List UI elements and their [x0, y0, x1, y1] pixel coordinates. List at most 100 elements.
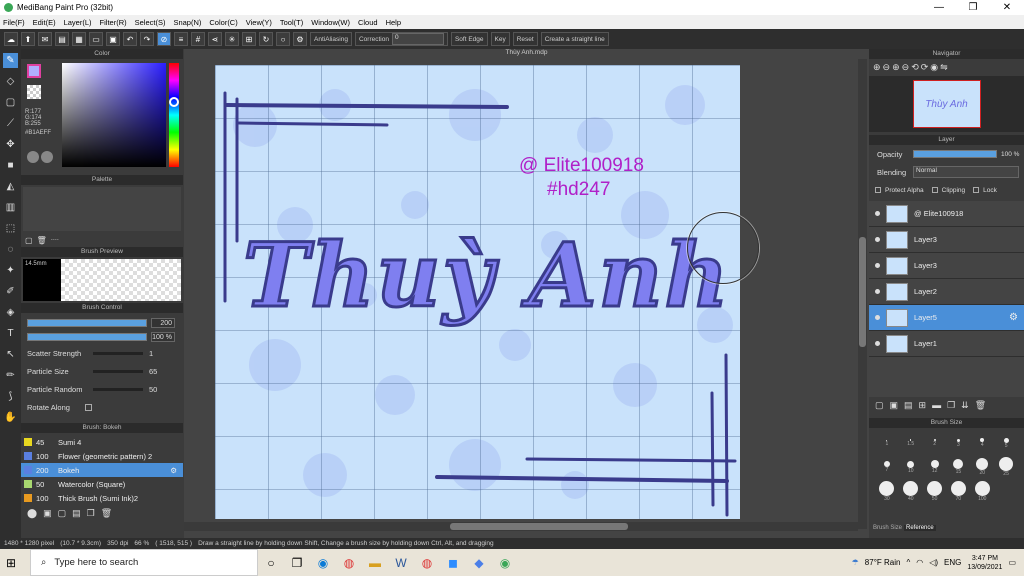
maximize-button[interactable]: ❐	[956, 2, 990, 13]
menu-select[interactable]: Select(S)	[135, 18, 166, 27]
language-indicator[interactable]: ENG	[944, 558, 961, 567]
task-view-icon[interactable]: ❐	[284, 549, 310, 576]
vertical-scrollbar[interactable]	[858, 59, 867, 529]
clipping-checkbox[interactable]	[931, 187, 938, 193]
lock-checkbox[interactable]	[973, 187, 980, 193]
color-wheel-icon[interactable]	[27, 151, 39, 163]
delete-layer-icon[interactable]: 🗑	[975, 400, 986, 411]
brush-duplicate-icon[interactable]: ❐	[87, 508, 95, 519]
eraser-tool-icon[interactable]: ◇	[3, 74, 18, 89]
menu-edit[interactable]: Edit(E)	[33, 18, 56, 27]
particle-random-slider[interactable]	[93, 387, 143, 391]
brush-size-value[interactable]: 200	[151, 318, 175, 328]
brush-size-option[interactable]: 1.5	[899, 432, 923, 454]
hue-slider-handle[interactable]	[169, 97, 179, 107]
visibility-icon[interactable]	[875, 315, 880, 320]
color-settings-icon[interactable]	[41, 151, 53, 163]
windows-start-icon[interactable]: ⊞	[0, 549, 22, 576]
rotate-reset-icon[interactable]: ◉	[930, 62, 938, 73]
snap-radial-icon[interactable]: ✳	[225, 32, 239, 46]
weather-text[interactable]: 87°F Rain	[865, 558, 901, 567]
panel-icon[interactable]: ▦	[72, 32, 86, 46]
brush-size-option[interactable]: 40	[899, 480, 923, 502]
menu-window[interactable]: Window(W)	[311, 18, 350, 27]
messenger-icon[interactable]: ◆	[466, 549, 492, 576]
new-halftone-layer-icon[interactable]: ▣	[890, 400, 899, 411]
taskbar-search-box[interactable]: ⌕ Type here to search	[30, 549, 258, 576]
eyedropper-tool-icon[interactable]: ⟆	[3, 389, 18, 404]
layer-row[interactable]: Layer2	[869, 279, 1024, 305]
straight-line-button[interactable]: Create a straight line	[540, 32, 609, 46]
layer-row[interactable]: Layer3	[869, 227, 1024, 253]
lasso-tool-icon[interactable]: ◌	[3, 242, 18, 257]
vertical-scrollbar-thumb[interactable]	[859, 237, 866, 347]
palette-add-icon[interactable]: ▢	[25, 236, 33, 245]
visibility-icon[interactable]	[875, 289, 880, 294]
horizontal-scrollbar-thumb[interactable]	[450, 523, 628, 530]
fill-rect-tool-icon[interactable]: ■	[3, 158, 18, 173]
layer-settings-icon[interactable]: ⚙	[1009, 312, 1018, 323]
visibility-icon[interactable]	[875, 341, 880, 346]
settings-icon[interactable]: ⚙	[293, 32, 307, 46]
comment-icon[interactable]: ✉	[38, 32, 52, 46]
zoom-out-icon[interactable]: ⊖	[883, 62, 891, 73]
brush-item[interactable]: 100 Thick Brush (Sumi Ink)2	[21, 491, 183, 505]
chrome-icon[interactable]: ◍	[336, 549, 362, 576]
edge-icon[interactable]: ◉	[310, 549, 336, 576]
tab-brush-size[interactable]: Brush Size	[873, 525, 902, 531]
brush-size-option[interactable]: 12	[923, 456, 947, 478]
brush-size-option[interactable]: 30	[875, 480, 899, 502]
zoom-app-icon[interactable]: ◼	[440, 549, 466, 576]
foreground-color-swatch[interactable]	[27, 64, 41, 78]
brush-size-option[interactable]: 2	[923, 432, 947, 454]
select-eraser-tool-icon[interactable]: ◈	[3, 305, 18, 320]
brush-size-option[interactable]: 1	[875, 432, 899, 454]
reset-button[interactable]: Reset	[512, 32, 538, 46]
particle-size-slider[interactable]	[93, 369, 143, 373]
text-tool-icon[interactable]: T	[3, 326, 18, 341]
brush-item[interactable]: 100 Flower (geometric pattern) 2	[21, 449, 183, 463]
folder-icon[interactable]: ▭	[89, 32, 103, 46]
transparent-color-swatch[interactable]	[27, 85, 41, 99]
antialias-toggle[interactable]: AntiAliasing	[310, 32, 352, 46]
snap-circle-icon[interactable]: ○	[276, 32, 290, 46]
snap-vanish-icon[interactable]: ⋖	[208, 32, 222, 46]
brush-size-option[interactable]: 50	[923, 480, 947, 502]
cloud-save-icon[interactable]: ⬆	[21, 32, 35, 46]
volume-icon[interactable]: ◁)	[929, 558, 938, 567]
duplicate-layer-icon[interactable]: ❐	[947, 400, 955, 411]
brush-opacity-slider[interactable]	[27, 333, 147, 341]
brush-opacity-value[interactable]: 100 %	[151, 332, 175, 342]
blending-select[interactable]: Normal	[913, 166, 1019, 178]
hue-slider[interactable]	[169, 63, 179, 167]
word-icon[interactable]: W	[388, 549, 414, 576]
menu-layer[interactable]: Layer(L)	[64, 18, 92, 27]
comic-icon[interactable]: ▤	[55, 32, 69, 46]
divide-tool-icon[interactable]: ✏	[3, 368, 18, 383]
correction-select[interactable]: 0	[391, 33, 444, 45]
brush-size-option[interactable]: 10	[899, 456, 923, 478]
scatter-strength-slider[interactable]	[93, 351, 143, 355]
layer-opacity-slider[interactable]	[913, 150, 997, 158]
network-icon[interactable]: ◠	[916, 558, 923, 567]
zoom-fit-icon[interactable]: ⊖	[902, 62, 910, 73]
tray-chevron-icon[interactable]: ^	[906, 558, 910, 567]
cortana-icon[interactable]: ○	[258, 549, 284, 576]
zoom-in-icon[interactable]: ⊕	[873, 62, 881, 73]
navigator-preview[interactable]: Thùy Anh	[869, 76, 1024, 132]
undo-icon[interactable]: ↶	[123, 32, 137, 46]
brush-size-option[interactable]: 100	[970, 480, 994, 502]
layer-row-selected[interactable]: Layer5 ⚙	[869, 305, 1024, 331]
brush-delete-icon[interactable]: 🗑	[101, 508, 112, 519]
brush-size-option[interactable]: 70	[947, 480, 971, 502]
layer-row[interactable]: @ Elite100918	[869, 201, 1024, 227]
brush-size-option[interactable]: 4	[970, 432, 994, 454]
brush-settings-icon[interactable]: ⚙	[170, 466, 177, 475]
clock[interactable]: 3:47 PM 13/09/2021	[967, 554, 1002, 572]
brush-size-option[interactable]: 5	[994, 432, 1018, 454]
hand-tool-icon[interactable]: ✋	[3, 410, 18, 425]
minimize-button[interactable]: —	[922, 2, 956, 13]
layer-row[interactable]: Layer1	[869, 331, 1024, 357]
layer-row[interactable]: Layer3	[869, 253, 1024, 279]
menu-filter[interactable]: Filter(R)	[100, 18, 127, 27]
